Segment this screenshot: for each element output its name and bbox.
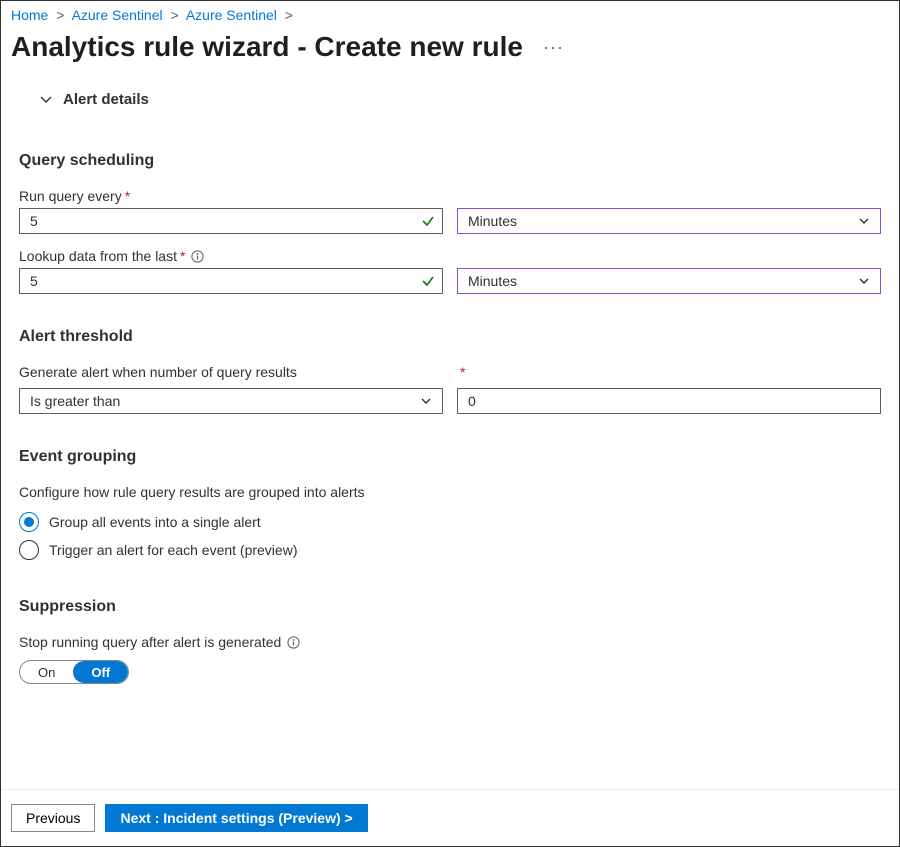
toggle-off[interactable]: Off: [73, 661, 128, 683]
chevron-down-icon: [420, 395, 432, 407]
alert-threshold-operator-select[interactable]: Is greater than: [19, 388, 443, 414]
query-scheduling-title: Query scheduling: [19, 152, 881, 170]
radio-group-all-events[interactable]: Group all events into a single alert: [19, 508, 881, 536]
previous-button[interactable]: Previous: [11, 804, 95, 832]
breadcrumb-azure-sentinel-1[interactable]: Azure Sentinel: [72, 7, 163, 23]
run-query-every-label: Run query every: [19, 188, 122, 204]
alert-threshold-operator-value: Is greater than: [30, 393, 120, 409]
radio-label: Trigger an alert for each event (preview…: [49, 542, 297, 558]
lookup-data-input[interactable]: [19, 268, 443, 294]
lookup-data-unit-value: Minutes: [468, 273, 517, 289]
suppression-toggle[interactable]: On Off: [19, 660, 129, 684]
run-query-every-unit-select[interactable]: Minutes: [457, 208, 881, 234]
page-title: Analytics rule wizard - Create new rule: [11, 31, 523, 63]
chevron-down-icon: [858, 215, 870, 227]
required-indicator: *: [125, 188, 130, 204]
chevron-down-icon: [39, 93, 53, 107]
wizard-footer: Previous Next : Incident settings (Previ…: [1, 789, 899, 846]
run-query-every-unit-value: Minutes: [468, 213, 517, 229]
chevron-down-icon: [858, 275, 870, 287]
required-indicator: *: [460, 364, 465, 380]
alert-threshold-label: Generate alert when number of query resu…: [19, 364, 297, 380]
breadcrumb-separator: >: [285, 7, 293, 23]
alert-details-toggle[interactable]: Alert details: [19, 71, 881, 118]
info-icon[interactable]: [191, 250, 204, 263]
breadcrumb-home[interactable]: Home: [11, 7, 48, 23]
radio-icon: [19, 540, 39, 560]
alert-threshold-title: Alert threshold: [19, 328, 881, 346]
radio-icon: [19, 512, 39, 532]
suppression-title: Suppression: [19, 598, 881, 616]
suppression-label: Stop running query after alert is genera…: [19, 634, 281, 650]
more-actions-icon[interactable]: ···: [543, 37, 564, 58]
breadcrumb-separator: >: [171, 7, 179, 23]
radio-trigger-each-event[interactable]: Trigger an alert for each event (preview…: [19, 536, 881, 564]
radio-label: Group all events into a single alert: [49, 514, 261, 530]
next-button[interactable]: Next : Incident settings (Preview) >: [105, 804, 367, 832]
required-indicator: *: [180, 248, 185, 264]
lookup-data-label: Lookup data from the last: [19, 248, 177, 264]
alert-threshold-value-input[interactable]: [457, 388, 881, 414]
breadcrumb-separator: >: [56, 7, 64, 23]
event-grouping-description: Configure how rule query results are gro…: [19, 484, 881, 500]
lookup-data-unit-select[interactable]: Minutes: [457, 268, 881, 294]
breadcrumb: Home > Azure Sentinel > Azure Sentinel >: [1, 1, 899, 27]
run-query-every-input[interactable]: [19, 208, 443, 234]
alert-details-label: Alert details: [63, 91, 149, 108]
event-grouping-title: Event grouping: [19, 448, 881, 466]
info-icon[interactable]: [287, 636, 300, 649]
breadcrumb-azure-sentinel-2[interactable]: Azure Sentinel: [186, 7, 277, 23]
toggle-on[interactable]: On: [20, 661, 73, 683]
